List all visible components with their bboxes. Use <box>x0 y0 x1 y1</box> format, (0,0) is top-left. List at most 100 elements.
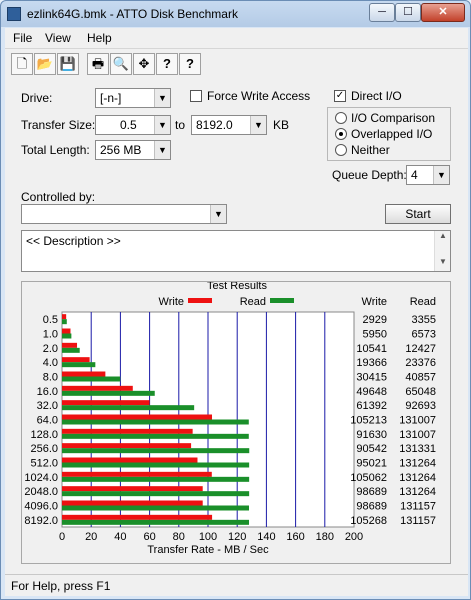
write-column-header: Write <box>362 296 387 308</box>
x-tick-label: 140 <box>257 531 275 543</box>
read-value-label: 92693 <box>405 400 436 412</box>
write-value-label: 98689 <box>356 486 387 498</box>
menu-file[interactable]: File <box>13 31 32 45</box>
write-bar <box>62 500 203 506</box>
write-bar <box>62 342 78 348</box>
kb-label: KB <box>273 118 290 132</box>
context-help-icon[interactable]: ? <box>179 53 201 75</box>
chevron-down-icon[interactable]: ▼ <box>154 89 170 107</box>
x-tick-label: 200 <box>345 531 363 543</box>
read-bar <box>62 476 250 482</box>
x-tick-label: 180 <box>316 531 334 543</box>
legend-swatch-write <box>188 298 212 303</box>
y-tick-label: 1024.0 <box>24 472 58 484</box>
chevron-down-icon[interactable]: ▼ <box>433 166 449 184</box>
transfer-size-from-select[interactable]: 0.5 ▼ <box>95 115 171 135</box>
read-bar <box>62 376 121 382</box>
start-button[interactable]: Start <box>385 204 451 224</box>
print-preview-icon[interactable]: 🔍 <box>110 53 132 75</box>
toolbar: 🗋 📂 💾 🖶 🔍 ✥ ? ? <box>5 48 468 78</box>
write-bar <box>62 357 90 363</box>
new-icon[interactable]: 🗋 <box>11 53 33 75</box>
y-tick-label: 512.0 <box>30 458 58 470</box>
read-bar <box>62 448 250 454</box>
write-value-label: 10541 <box>356 343 387 355</box>
neither-radio[interactable] <box>335 144 347 156</box>
read-bar <box>62 333 72 339</box>
scroll-down-icon[interactable]: ▼ <box>435 257 451 271</box>
chevron-down-icon[interactable]: ▼ <box>154 116 170 134</box>
read-value-label: 3355 <box>412 314 436 326</box>
chevron-down-icon[interactable]: ▼ <box>250 116 266 134</box>
direct-io-checkbox[interactable]: ✓ <box>334 90 346 102</box>
read-bar <box>62 433 249 439</box>
close-button[interactable]: ✕ <box>421 3 465 22</box>
read-value-label: 131007 <box>399 415 436 427</box>
save-icon[interactable]: 💾 <box>57 53 79 75</box>
x-tick-label: 20 <box>85 531 97 543</box>
overlapped-io-radio[interactable] <box>335 128 347 140</box>
write-value-label: 90542 <box>356 443 387 455</box>
x-tick-label: 0 <box>59 531 65 543</box>
menu-view[interactable]: View <box>45 31 71 45</box>
x-tick-label: 120 <box>228 531 246 543</box>
read-value-label: 131007 <box>399 429 436 441</box>
chevron-down-icon[interactable]: ▼ <box>154 141 170 159</box>
open-icon[interactable]: 📂 <box>34 53 56 75</box>
transfer-from-value: 0.5 <box>120 118 137 132</box>
transfer-size-to-select[interactable]: 8192.0 ▼ <box>191 115 267 135</box>
help-icon[interactable]: ? <box>156 53 178 75</box>
y-tick-label: 256.0 <box>30 443 58 455</box>
maximize-button[interactable]: ☐ <box>395 3 421 22</box>
menu-help[interactable]: Help <box>87 31 112 45</box>
queue-depth-select[interactable]: 4 ▼ <box>406 165 450 185</box>
write-bar <box>62 443 192 449</box>
force-write-checkbox[interactable] <box>190 90 202 102</box>
legend-label-write: Write <box>159 296 184 308</box>
main-panel: Drive: [-n-] ▼ Force Write Access Transf… <box>5 78 468 574</box>
x-tick-label: 40 <box>114 531 126 543</box>
print-icon[interactable]: 🖶 <box>87 53 109 75</box>
read-value-label: 6573 <box>412 329 436 341</box>
write-bar <box>62 414 213 420</box>
read-value-label: 131157 <box>400 515 436 527</box>
scroll-up-icon[interactable]: ▲ <box>435 231 451 245</box>
transfer-size-label: Transfer Size: <box>21 118 96 132</box>
force-write-label: Force Write Access <box>207 89 311 103</box>
write-value-label: 30415 <box>356 372 387 384</box>
io-comparison-radio[interactable] <box>335 112 347 124</box>
read-value-label: 23376 <box>405 357 436 369</box>
y-tick-label: 8192.0 <box>24 515 58 527</box>
write-bar <box>62 514 213 520</box>
read-bar <box>62 505 250 511</box>
read-bar <box>62 319 67 325</box>
neither-label: Neither <box>351 143 390 157</box>
description-textarea[interactable]: << Description >> ▲ ▼ <box>21 230 451 272</box>
status-bar: For Help, press F1 <box>5 574 468 596</box>
controlled-by-select[interactable]: ▼ <box>21 204 227 224</box>
write-value-label: 95021 <box>356 458 387 470</box>
io-comparison-label: I/O Comparison <box>351 111 436 125</box>
write-value-label: 91630 <box>356 429 387 441</box>
window-title: ezlink64G.bmk - ATTO Disk Benchmark <box>27 7 238 21</box>
chevron-down-icon[interactable]: ▼ <box>210 205 226 223</box>
minimize-button[interactable]: ─ <box>369 3 395 22</box>
x-tick-label: 60 <box>143 531 155 543</box>
write-value-label: 105213 <box>350 415 387 427</box>
move-icon[interactable]: ✥ <box>133 53 155 75</box>
queue-depth-value: 4 <box>411 168 418 182</box>
write-bar <box>62 400 150 406</box>
write-bar <box>62 457 198 463</box>
description-text: << Description >> <box>26 234 121 248</box>
y-tick-label: 4.0 <box>43 357 58 369</box>
x-tick-label: 160 <box>286 531 304 543</box>
description-scrollbar[interactable]: ▲ ▼ <box>434 231 450 271</box>
drive-select[interactable]: [-n-] ▼ <box>95 88 171 108</box>
total-length-select[interactable]: 256 MB ▼ <box>95 140 171 160</box>
read-value-label: 40857 <box>405 372 436 384</box>
read-bar <box>62 362 96 368</box>
y-tick-label: 4096.0 <box>24 501 58 513</box>
y-tick-label: 32.0 <box>37 400 58 412</box>
read-bar <box>62 419 249 425</box>
title-bar[interactable]: ezlink64G.bmk - ATTO Disk Benchmark ─ ☐ … <box>1 1 470 27</box>
